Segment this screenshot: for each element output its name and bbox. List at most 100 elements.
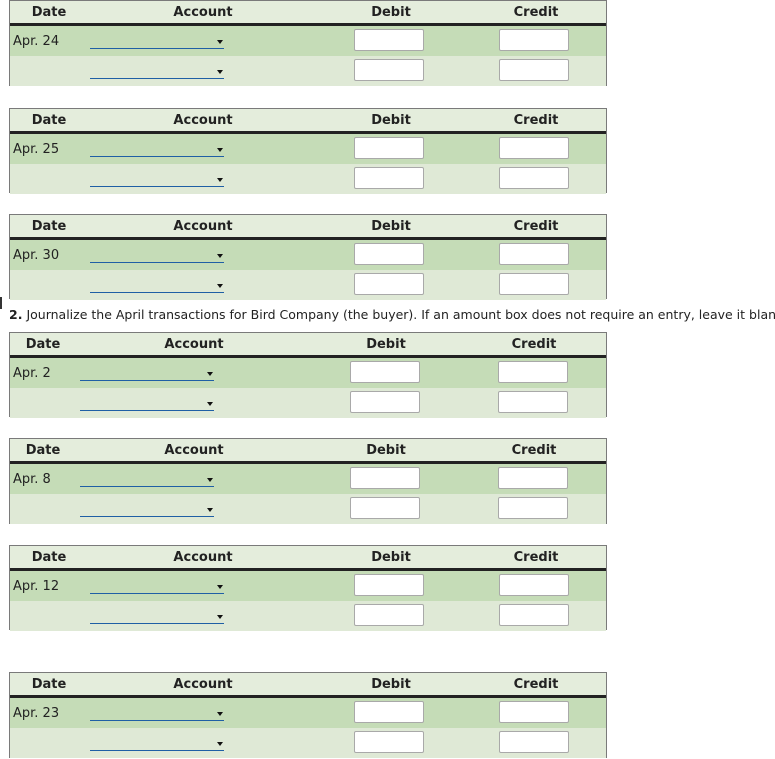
account-select[interactable]: [90, 35, 224, 49]
header-account: Account: [173, 5, 233, 20]
entry-date: Apr. 25: [13, 142, 60, 157]
section-divider: [0, 297, 2, 309]
credit-input[interactable]: [498, 361, 568, 383]
header-date: Date: [31, 5, 67, 20]
instruction-body: Journalize the April transactions for Bi…: [26, 307, 775, 322]
table-row: [10, 494, 606, 524]
debit-input[interactable]: [354, 243, 424, 265]
entry-date: Apr. 2: [13, 366, 51, 381]
header-date: Date: [25, 443, 61, 458]
account-select[interactable]: [90, 737, 224, 751]
chevron-down-icon: [217, 254, 223, 258]
debit-input[interactable]: [350, 391, 420, 413]
credit-input[interactable]: [499, 701, 569, 723]
account-select[interactable]: [90, 249, 224, 263]
entry-date: Apr. 12: [13, 579, 60, 594]
account-select[interactable]: [90, 173, 224, 187]
table-header: Date Account Debit Credit: [10, 109, 606, 134]
credit-input[interactable]: [499, 137, 569, 159]
credit-input[interactable]: [499, 59, 569, 81]
header-account: Account: [173, 550, 233, 565]
chevron-down-icon: [207, 372, 213, 376]
table-row: [10, 388, 606, 418]
credit-input[interactable]: [498, 497, 568, 519]
header-account: Account: [173, 113, 233, 128]
debit-input[interactable]: [354, 604, 424, 626]
table-header: Date Account Debit Credit: [10, 546, 606, 571]
header-credit: Credit: [513, 5, 559, 20]
table-row: [10, 601, 606, 631]
debit-input[interactable]: [354, 59, 424, 81]
header-debit: Debit: [366, 443, 406, 458]
account-select[interactable]: [90, 143, 224, 157]
header-date: Date: [31, 677, 67, 692]
journal-table-apr2: Date Account Debit Credit Apr. 2: [9, 332, 607, 418]
account-select[interactable]: [90, 580, 224, 594]
account-select[interactable]: [90, 610, 224, 624]
account-select[interactable]: [80, 503, 214, 517]
debit-input[interactable]: [354, 29, 424, 51]
account-select[interactable]: [90, 65, 224, 79]
credit-input[interactable]: [499, 731, 569, 753]
journal-table-apr12: Date Account Debit Credit Apr. 12: [9, 545, 607, 631]
entry-date: Apr. 24: [13, 34, 60, 49]
journal-table-apr25: Date Account Debit Credit Apr. 25: [9, 108, 607, 194]
journal-table-apr30: Date Account Debit Credit Apr. 30: [9, 214, 607, 300]
journal-table-apr23: Date Account Debit Credit Apr. 23: [9, 672, 607, 758]
header-debit: Debit: [366, 337, 406, 352]
debit-input[interactable]: [354, 574, 424, 596]
debit-input[interactable]: [354, 137, 424, 159]
table-row: Apr. 30: [10, 240, 606, 270]
account-select[interactable]: [90, 279, 224, 293]
credit-input[interactable]: [499, 167, 569, 189]
debit-input[interactable]: [350, 467, 420, 489]
header-debit: Debit: [371, 113, 411, 128]
entry-date: Apr. 30: [13, 248, 60, 263]
table-row: [10, 728, 606, 758]
header-debit: Debit: [371, 219, 411, 234]
table-header: Date Account Debit Credit: [10, 215, 606, 240]
credit-input[interactable]: [499, 574, 569, 596]
account-select[interactable]: [80, 367, 214, 381]
debit-input[interactable]: [350, 361, 420, 383]
chevron-down-icon: [217, 178, 223, 182]
table-row: Apr. 8: [10, 464, 606, 494]
header-debit: Debit: [371, 5, 411, 20]
header-account: Account: [173, 219, 233, 234]
header-credit: Credit: [513, 677, 559, 692]
debit-input[interactable]: [354, 167, 424, 189]
credit-input[interactable]: [499, 243, 569, 265]
debit-input[interactable]: [354, 701, 424, 723]
header-debit: Debit: [371, 550, 411, 565]
header-account: Account: [164, 337, 224, 352]
credit-input[interactable]: [498, 467, 568, 489]
table-row: Apr. 12: [10, 571, 606, 601]
chevron-down-icon: [207, 508, 213, 512]
account-select[interactable]: [80, 473, 214, 487]
credit-input[interactable]: [499, 273, 569, 295]
journal-table-apr8: Date Account Debit Credit Apr. 8: [9, 438, 607, 524]
credit-input[interactable]: [499, 29, 569, 51]
credit-input[interactable]: [499, 604, 569, 626]
header-account: Account: [173, 677, 233, 692]
table-row: Apr. 25: [10, 134, 606, 164]
chevron-down-icon: [217, 284, 223, 288]
chevron-down-icon: [217, 742, 223, 746]
account-select[interactable]: [90, 707, 224, 721]
header-debit: Debit: [371, 677, 411, 692]
header-credit: Credit: [511, 337, 557, 352]
debit-input[interactable]: [354, 731, 424, 753]
header-account: Account: [164, 443, 224, 458]
header-date: Date: [25, 337, 61, 352]
chevron-down-icon: [217, 615, 223, 619]
table-row: Apr. 2: [10, 358, 606, 388]
debit-input[interactable]: [350, 497, 420, 519]
table-row: [10, 164, 606, 194]
account-select[interactable]: [80, 397, 214, 411]
credit-input[interactable]: [498, 391, 568, 413]
header-credit: Credit: [513, 550, 559, 565]
debit-input[interactable]: [354, 273, 424, 295]
chevron-down-icon: [217, 40, 223, 44]
header-date: Date: [31, 219, 67, 234]
entry-date: Apr. 8: [13, 472, 51, 487]
